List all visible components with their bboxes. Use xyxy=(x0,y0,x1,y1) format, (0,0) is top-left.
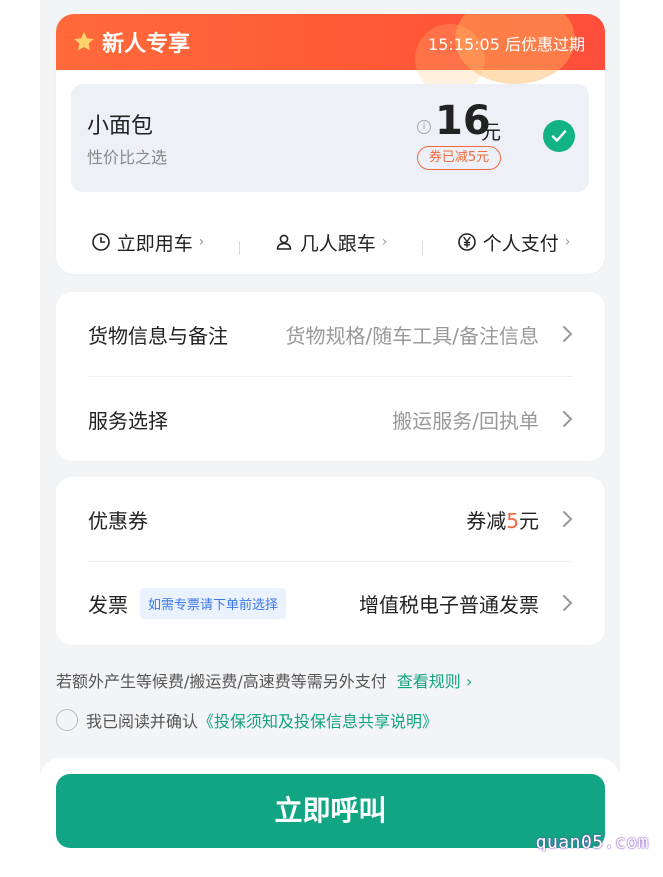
promo-title-text: 新人专享 xyxy=(102,32,191,57)
extra-fee-notice: 若额外产生等候费/搬运费/高速费等需另外支付 查看规则 › xyxy=(56,668,472,692)
coupon-suffix: 元 xyxy=(519,508,539,533)
vehicle-name: 小面包 xyxy=(87,114,154,139)
cargo-info-placeholder: 货物规格/随车工具/备注信息 xyxy=(285,323,539,348)
cargo-info-row[interactable]: 货物信息与备注 货物规格/随车工具/备注信息 xyxy=(88,292,573,376)
checkmark-icon xyxy=(551,130,567,142)
promo-header: 新人专享 15:15:05 后优惠过期 xyxy=(56,14,605,94)
chevron-right-icon xyxy=(563,595,573,611)
watermark: quan05.com xyxy=(535,832,649,853)
vehicle-option-card[interactable]: 小面包 性价比之选 i 16 元 券已减5元 xyxy=(71,84,589,192)
chevron-right-icon xyxy=(563,511,573,527)
chevron-right-icon: › xyxy=(564,234,571,250)
notice-text: 若额外产生等候费/搬运费/高速费等需另外支付 xyxy=(56,672,387,691)
insurance-notice-link[interactable]: 《投保须知及投保信息共享说明》 xyxy=(198,708,438,732)
option-label: 几人跟车 xyxy=(299,232,376,255)
yen-icon xyxy=(457,233,476,251)
option-use-car-now[interactable]: 立即用车 › xyxy=(56,229,239,256)
service-select-label: 服务选择 xyxy=(88,408,168,433)
chevron-right-icon xyxy=(563,411,573,427)
clock-icon xyxy=(91,233,110,251)
option-label: 个人支付 xyxy=(482,232,559,255)
promo-card: 新人专享 15:15:05 后优惠过期 小面包 性价比之选 i 16 元 券已减… xyxy=(56,14,605,274)
coupon-label: 优惠券 xyxy=(88,508,148,533)
service-select-placeholder: 搬运服务/回执单 xyxy=(392,408,539,433)
view-rules-text: 查看规则 xyxy=(396,672,461,691)
chevron-right-icon: › xyxy=(381,234,388,250)
price-unit: 元 xyxy=(481,120,501,144)
option-payment[interactable]: 个人支付 › xyxy=(422,229,605,256)
invoice-label: 发票 xyxy=(88,592,128,617)
coupon-prefix: 券减 xyxy=(466,508,507,533)
vehicle-description: 性价比之选 xyxy=(87,148,168,167)
info-icon[interactable]: i xyxy=(417,120,431,134)
price-block: i 16 元 券已减5元 xyxy=(417,98,527,172)
cargo-service-card: 货物信息与备注 货物规格/随车工具/备注信息 服务选择 搬运服务/回执单 xyxy=(56,292,605,461)
coupon-value: 券减5元 xyxy=(466,505,539,534)
cargo-info-label: 货物信息与备注 xyxy=(88,323,228,348)
invoice-tag: 如需专票请下单前选择 xyxy=(140,587,287,619)
agree-text: 我已阅读并确认 xyxy=(86,712,199,731)
promo-countdown: 15:15:05 后优惠过期 xyxy=(428,35,585,54)
coupon-row[interactable]: 优惠券 券减5元 xyxy=(88,477,573,561)
star-icon xyxy=(74,32,94,51)
option-label: 立即用车 xyxy=(116,232,193,255)
coupon-amount: 5 xyxy=(506,508,519,533)
call-now-button[interactable]: 立即呼叫 xyxy=(56,774,605,848)
service-select-row[interactable]: 服务选择 搬运服务/回执单 xyxy=(88,377,573,461)
view-rules-link[interactable]: 查看规则 › xyxy=(397,668,473,692)
chevron-right-icon: › xyxy=(198,234,205,250)
chevron-right-icon xyxy=(563,326,573,342)
person-icon xyxy=(276,234,291,250)
promo-title: 新人专享 xyxy=(72,27,190,57)
agreement-row: 我已阅读并确认 《投保须知及投保信息共享说明》 xyxy=(56,707,438,733)
invoice-value: 增值税电子普通发票 xyxy=(359,592,539,617)
invoice-row[interactable]: 发票 如需专票请下单前选择 增值税电子普通发票 xyxy=(88,561,573,645)
coupon-badge: 券已减5元 xyxy=(417,146,501,170)
agree-checkbox[interactable] xyxy=(56,709,78,731)
option-passengers[interactable]: 几人跟车 › xyxy=(239,229,422,256)
coupon-invoice-card: 优惠券 券减5元 发票 如需专票请下单前选择 增值税电子普通发票 xyxy=(56,477,605,645)
check-icon[interactable] xyxy=(543,120,575,152)
order-options: 立即用车 › 几人跟车 › 个人支付 › xyxy=(56,214,605,270)
